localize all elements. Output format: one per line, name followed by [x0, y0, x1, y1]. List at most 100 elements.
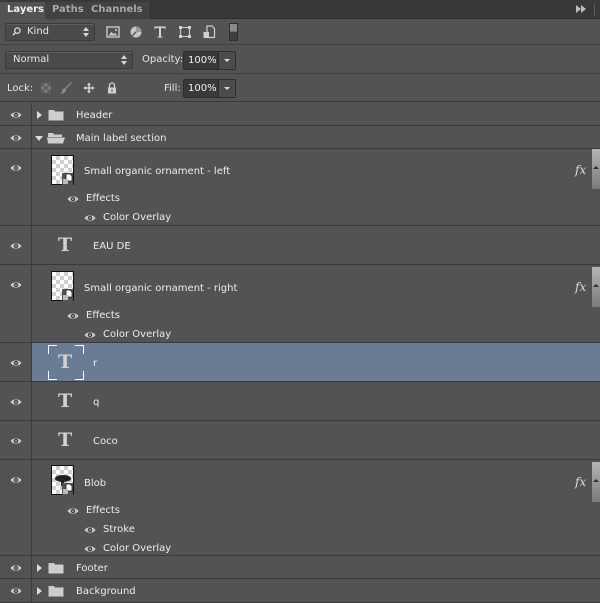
filter-kind-select[interactable]: Kind: [5, 23, 95, 41]
smart-object-filter-icon: [203, 25, 216, 39]
effect-visibility-eye-icon[interactable]: [84, 545, 96, 553]
blend-options-bar: Normal Opacity: 100%: [0, 46, 600, 74]
shape-layer-filter-button[interactable]: [178, 25, 192, 39]
effects-visibility-eye-icon[interactable]: [67, 312, 79, 320]
layer-effects-fx-icon[interactable]: fx: [575, 280, 586, 294]
filter-kind-value: Kind: [27, 26, 50, 37]
visibility-eye-icon[interactable]: [10, 164, 22, 172]
collapse-panel-button[interactable]: [576, 4, 588, 14]
lock-position-icon[interactable]: [83, 82, 95, 94]
type-layer-filter-icon: [154, 26, 166, 38]
opacity-field[interactable]: 100%: [183, 51, 236, 70]
layer-name[interactable]: q: [93, 397, 99, 408]
effects-visibility-eye-icon[interactable]: [67, 507, 79, 515]
lock-label: Lock:: [7, 83, 34, 94]
layer-effects-fx-icon[interactable]: fx: [575, 475, 586, 489]
collapse-arrow-icon[interactable]: [35, 136, 43, 141]
pixel-layer-filter-button[interactable]: [106, 25, 120, 39]
expand-arrow-icon[interactable]: [37, 587, 42, 595]
visibility-eye-icon[interactable]: [10, 242, 22, 250]
effect-name[interactable]: Color Overlay: [103, 212, 171, 223]
layer-row-ornament-right[interactable]: Small organic ornament - right fx Effect…: [0, 265, 600, 343]
layer-row-blob[interactable]: Blob fx Effects Stroke Color Overlay: [0, 460, 600, 556]
layer-name[interactable]: Header: [76, 110, 112, 121]
layer-row-main-label-section[interactable]: Main label section: [0, 126, 600, 149]
type-layer-filter-button[interactable]: [153, 25, 167, 39]
effect-name[interactable]: Color Overlay: [103, 543, 171, 554]
layer-name[interactable]: EAU DE: [93, 241, 131, 252]
effects-collapse-toggle[interactable]: [592, 149, 600, 189]
layer-row-header[interactable]: Header: [0, 103, 600, 126]
effects-label[interactable]: Effects: [86, 505, 120, 516]
layer-row-eau-de[interactable]: T EAU DE: [0, 226, 600, 265]
type-layer-icon[interactable]: T: [58, 392, 72, 411]
blend-mode-value: Normal: [13, 54, 50, 65]
layer-row-footer[interactable]: Footer: [0, 556, 600, 579]
layer-name[interactable]: r: [93, 358, 97, 369]
open-folder-icon: [47, 133, 65, 144]
layer-name[interactable]: Footer: [76, 563, 108, 574]
layer-name[interactable]: Background: [76, 586, 136, 597]
lock-all-icon[interactable]: [106, 82, 118, 94]
layer-row-background[interactable]: Background: [0, 579, 600, 603]
visibility-column: [0, 460, 32, 555]
effect-name[interactable]: Stroke: [103, 524, 135, 535]
layer-row-q[interactable]: T q: [0, 382, 600, 421]
layer-name[interactable]: Small organic ornament - right: [84, 283, 237, 294]
expand-arrow-icon[interactable]: [37, 564, 42, 572]
visibility-eye-icon[interactable]: [10, 281, 22, 289]
layer-name[interactable]: Coco: [93, 436, 118, 447]
layer-name[interactable]: Main label section: [76, 133, 166, 144]
visibility-eye-icon[interactable]: [10, 359, 22, 367]
layer-thumbnail[interactable]: [51, 155, 74, 185]
blend-mode-select[interactable]: Normal: [5, 51, 133, 69]
visibility-column: [0, 579, 32, 602]
visibility-eye-icon[interactable]: [10, 134, 22, 142]
fill-field[interactable]: 100%: [183, 79, 236, 98]
layers-list: Header Main label section Small organic …: [0, 103, 600, 603]
visibility-eye-icon[interactable]: [10, 111, 22, 119]
visibility-eye-icon[interactable]: [10, 398, 22, 406]
effects-label[interactable]: Effects: [86, 193, 120, 204]
layer-row-coco[interactable]: T Coco: [0, 421, 600, 460]
opacity-dropdown-button[interactable]: [218, 52, 235, 69]
lock-options-bar: Lock: Fill: 100%: [0, 75, 600, 102]
type-layer-icon[interactable]: T: [58, 236, 72, 255]
layer-name[interactable]: Small organic ornament - left: [84, 166, 230, 177]
visibility-eye-icon[interactable]: [10, 476, 22, 484]
fill-value[interactable]: 100%: [188, 83, 217, 94]
fill-dropdown-button[interactable]: [218, 80, 235, 97]
effect-visibility-eye-icon[interactable]: [84, 526, 96, 534]
layer-thumbnail[interactable]: [51, 271, 74, 301]
effect-visibility-eye-icon[interactable]: [84, 214, 96, 222]
lock-image-pixels-icon[interactable]: [60, 82, 72, 94]
layer-thumbnail[interactable]: [51, 465, 74, 495]
visibility-column: [0, 421, 32, 459]
type-layer-icon[interactable]: T: [58, 353, 72, 372]
layer-name[interactable]: Blob: [84, 478, 106, 489]
effects-label[interactable]: Effects: [86, 310, 120, 321]
search-icon: [12, 27, 21, 36]
effects-visibility-eye-icon[interactable]: [67, 195, 79, 203]
adjustment-layer-filter-button[interactable]: [129, 25, 143, 39]
lock-transparent-pixels-icon[interactable]: [40, 82, 52, 94]
layer-row-r-selected[interactable]: T r: [0, 343, 600, 382]
visibility-eye-icon[interactable]: [10, 437, 22, 445]
folder-icon: [48, 110, 64, 121]
effect-visibility-eye-icon[interactable]: [84, 331, 96, 339]
expand-arrow-icon[interactable]: [37, 111, 42, 119]
effects-collapse-toggle[interactable]: [592, 267, 600, 307]
effects-collapse-toggle[interactable]: [592, 462, 600, 502]
visibility-column: [0, 382, 32, 420]
layer-effects-fx-icon[interactable]: fx: [575, 163, 586, 177]
effect-name[interactable]: Color Overlay: [103, 329, 171, 340]
tab-channels[interactable]: Channels: [84, 2, 151, 19]
opacity-value[interactable]: 100%: [188, 55, 217, 66]
visibility-eye-icon[interactable]: [10, 587, 22, 595]
layer-row-ornament-left[interactable]: Small organic ornament - left fx Effects…: [0, 149, 600, 226]
type-layer-icon[interactable]: T: [58, 431, 72, 450]
panel-separator: [594, 3, 595, 16]
filter-toggle-switch[interactable]: [229, 23, 238, 41]
visibility-eye-icon[interactable]: [10, 564, 22, 572]
smart-object-filter-button[interactable]: [202, 25, 216, 39]
